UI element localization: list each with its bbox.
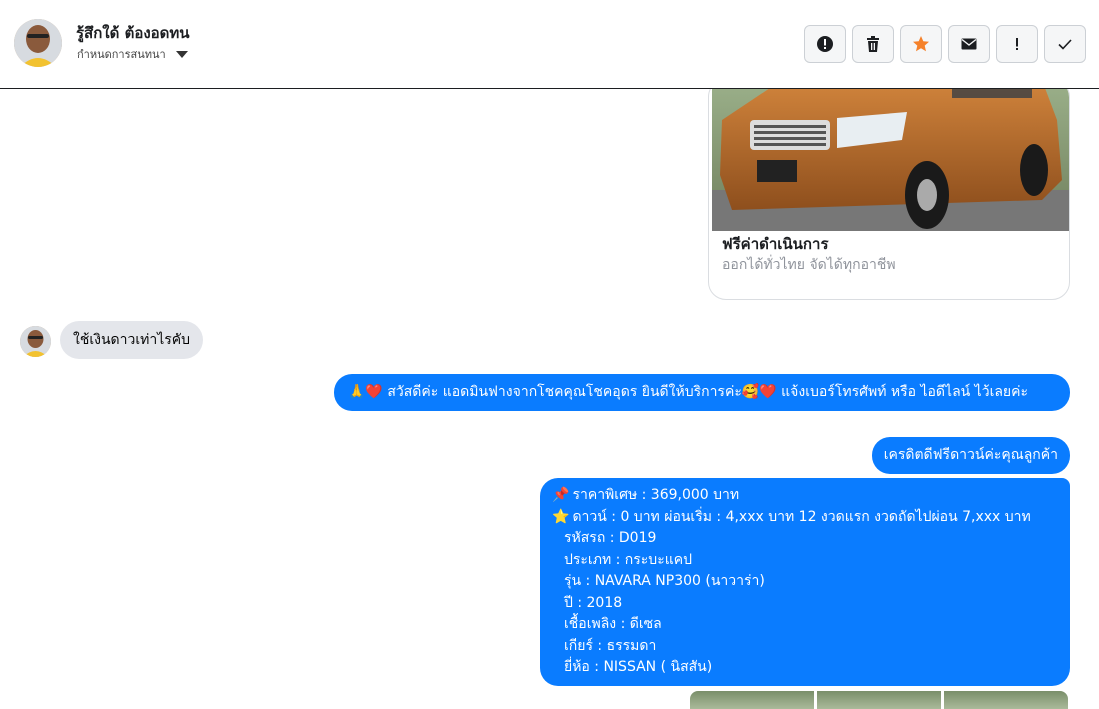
mark-unread-button[interactable] (948, 25, 990, 63)
star-button[interactable] (900, 25, 942, 63)
card-title: ฟรีค่าดำเนินการ (722, 235, 829, 253)
message-line: 📌 ราคาพิเศษ : 369,000 บาท (552, 485, 1058, 507)
contact-avatar[interactable] (14, 19, 62, 67)
contact-name[interactable]: รู้สึกใด้ ต้องอดทน (76, 21, 190, 45)
message-line: รหัสรถ : D019 (564, 530, 657, 546)
action-toolbar (804, 25, 1086, 63)
attachment-image[interactable] (690, 691, 814, 709)
mail-icon (961, 38, 977, 50)
truck-image[interactable] (712, 89, 1069, 231)
conversation-options-dropdown[interactable]: กำหนดการสนทนา (77, 45, 188, 63)
message-line: รุ่น : NAVARA NP300 (นาวาร่า) (564, 573, 765, 589)
pin-icon: 📌 (552, 487, 570, 503)
message-line: ปี : 2018 (564, 594, 623, 611)
check-icon (1058, 39, 1072, 50)
attachment-image[interactable] (817, 691, 941, 709)
attachment-image[interactable] (944, 691, 1068, 709)
outgoing-message[interactable]: 📌 ราคาพิเศษ : 369,000 บาท ⭐ ดาวน์ : 0 บา… (540, 478, 1070, 686)
report-icon (817, 36, 833, 52)
image-attachments-strip[interactable] (690, 691, 1068, 709)
message-line: เชื้อเพลิง : ดีเซล (564, 616, 662, 632)
report-button[interactable] (804, 25, 846, 63)
message-line: ยี่ห้อ : NISSAN ( นิสสัน) (564, 659, 713, 675)
delete-button[interactable] (852, 25, 894, 63)
message-line: เกียร์ : ธรรมดา (564, 637, 657, 654)
star-emoji-icon: ⭐ (552, 508, 570, 525)
conversation-options-label: กำหนดการสนทนา (77, 48, 166, 61)
message-line: ประเภท : กระบะแคป (564, 551, 692, 568)
incoming-message[interactable]: ใช้เงินดาวเท่าไรคับ (60, 321, 204, 359)
chevron-down-icon (175, 50, 188, 58)
message-line: ⭐ ดาวน์ : 0 บาท ผ่อนเริ่ม : 4,xxx บาท 12… (552, 507, 1058, 529)
star-icon (913, 36, 929, 52)
exclamation-icon (1016, 38, 1018, 50)
ad-card[interactable]: ฟรีค่าดำเนินการ ออกได้ทั่วไทย จัดได้ทุกอ… (708, 89, 1070, 300)
sender-avatar[interactable] (20, 326, 51, 357)
conversation-header: รู้สึกใด้ ต้องอดทน กำหนดการสนทนา (0, 0, 1099, 89)
mark-done-button[interactable] (1044, 25, 1086, 63)
message-thread[interactable]: ฟรีค่าดำเนินการ ออกได้ทั่วไทย จัดได้ทุกอ… (0, 89, 1099, 709)
outgoing-message[interactable]: 🙏❤️ สวัสดีค่ะ แอดมินฟางจากโชคคุณโชคอุดร … (334, 374, 1070, 411)
outgoing-message[interactable]: เครดิตดีฟรีดาวน์ค่ะคุณลูกค้า (871, 437, 1070, 474)
card-subtitle: ออกได้ทั่วไทย จัดได้ทุกอาชีพ (722, 257, 896, 273)
trash-icon (867, 36, 879, 52)
spam-button[interactable] (996, 25, 1038, 63)
